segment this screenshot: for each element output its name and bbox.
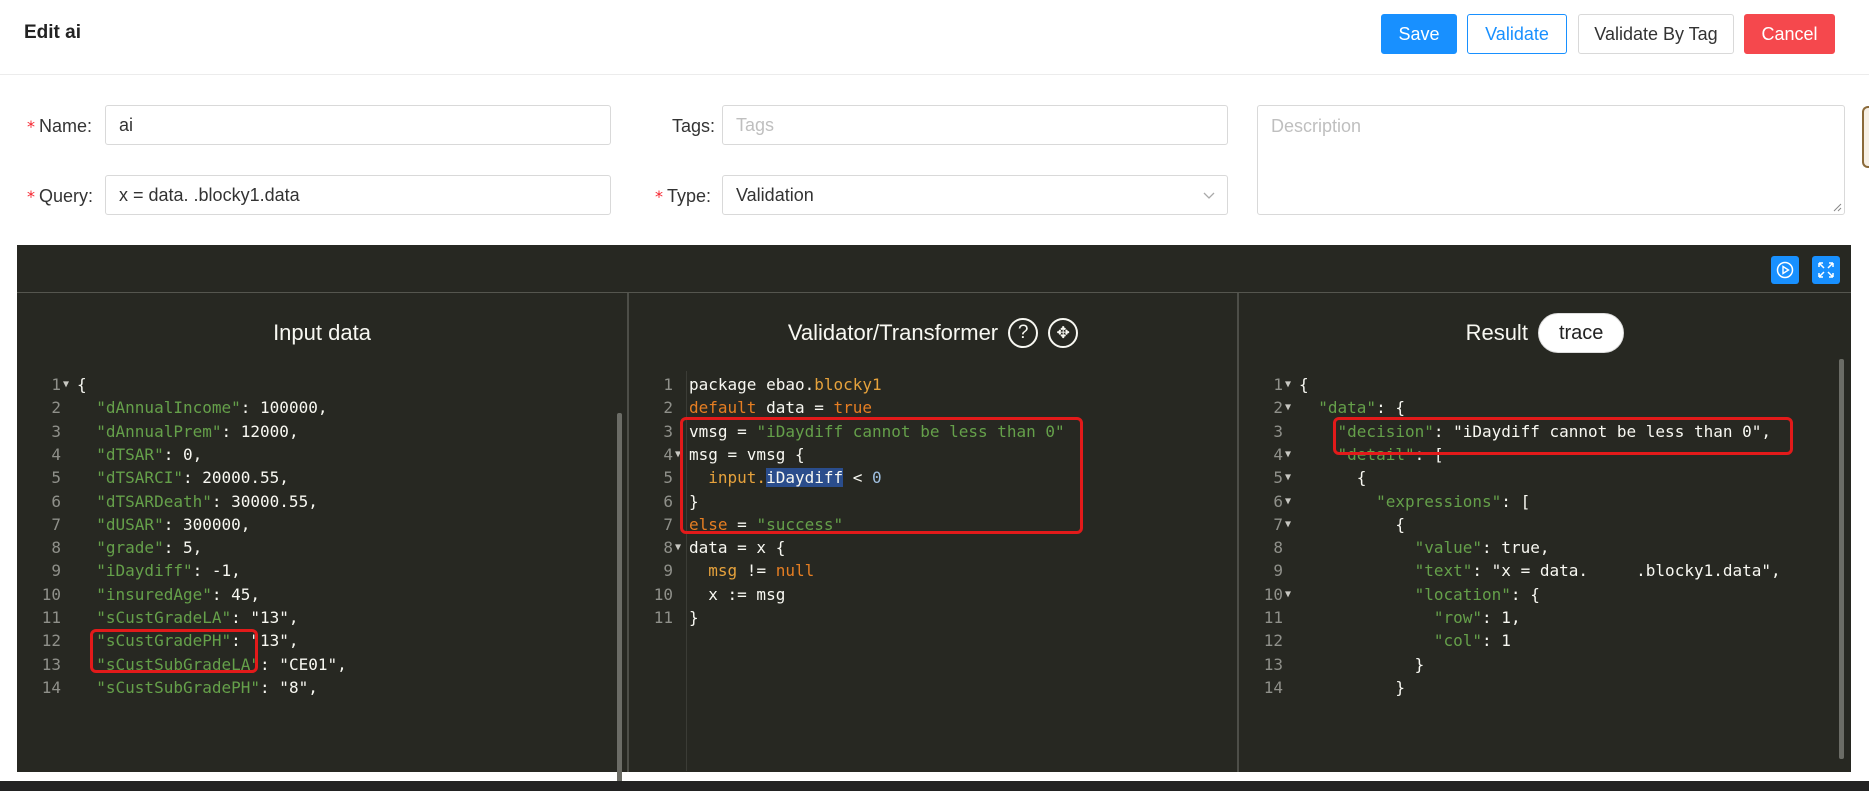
input-data-pane: Input data 1 ▼{2 "dAnnualIncome": 100000,…: [17, 293, 629, 786]
query-input[interactable]: x = data. .blocky1.data: [105, 175, 611, 215]
input-scrollbar[interactable]: [617, 413, 622, 786]
page-header: Edit ai Save Validate Validate By Tag Ca…: [0, 0, 1869, 75]
name-input[interactable]: ai: [105, 105, 611, 145]
code-line[interactable]: 11}: [629, 604, 1189, 631]
code-line[interactable]: 14 }: [1239, 674, 1799, 701]
run-icon[interactable]: [1771, 256, 1799, 284]
input-data-title: Input data: [273, 320, 371, 345]
result-title: Result trace: [1239, 293, 1851, 373]
bottom-bar: [0, 781, 1869, 791]
result-pane: Result trace 1 ▼{2 ▼ "data": {3 "decision"…: [1239, 293, 1851, 772]
highlight-box: [90, 629, 258, 673]
validate-button[interactable]: Validate: [1467, 14, 1567, 54]
editor-toolbar: [17, 245, 1851, 293]
save-button[interactable]: Save: [1381, 14, 1457, 54]
line-number: 14: [41, 677, 61, 697]
puzzle-icon[interactable]: ✥: [1048, 318, 1079, 348]
name-label: * Name:: [27, 116, 93, 136]
line-number: 11: [653, 608, 673, 627]
description-textarea[interactable]: Description: [1257, 105, 1845, 215]
validator-pane: Validator/Transformer ? ✥ 1 package ebao.…: [629, 293, 1239, 772]
highlight-box: [680, 417, 1083, 534]
fullscreen-icon[interactable]: [1812, 256, 1840, 284]
query-label: * Query:: [27, 186, 94, 206]
line-number: 14: [1263, 677, 1283, 697]
resize-handle-icon[interactable]: [1832, 202, 1842, 212]
code-text: }: [1299, 677, 1405, 697]
trace-button[interactable]: trace: [1537, 313, 1625, 353]
validator-title: Validator/Transformer ? ✥: [629, 293, 1237, 373]
side-panel-tab[interactable]: [1862, 106, 1869, 168]
tags-label: Tags:: [672, 116, 716, 136]
help-icon[interactable]: ?: [1008, 318, 1039, 348]
code-text: "sCustSubGradePH": "8",: [96, 677, 318, 697]
cancel-button[interactable]: Cancel: [1744, 14, 1835, 54]
type-label: * Type:: [655, 186, 712, 206]
page-title: Edit ai: [24, 22, 82, 43]
chevron-down-icon: [1203, 192, 1215, 199]
result-scrollbar[interactable]: [1839, 359, 1844, 759]
code-editor: Input data 1 ▼{2 "dAnnualIncome": 100000,…: [17, 245, 1851, 786]
type-select[interactable]: Validation: [722, 175, 1228, 215]
highlight-box: [1333, 417, 1793, 455]
validate-by-tag-button[interactable]: Validate By Tag: [1578, 14, 1734, 54]
code-line[interactable]: 14 "sCustSubGradePH": "8",: [17, 674, 577, 701]
code-text: }: [689, 608, 699, 627]
tags-input[interactable]: Tags: [722, 105, 1228, 145]
